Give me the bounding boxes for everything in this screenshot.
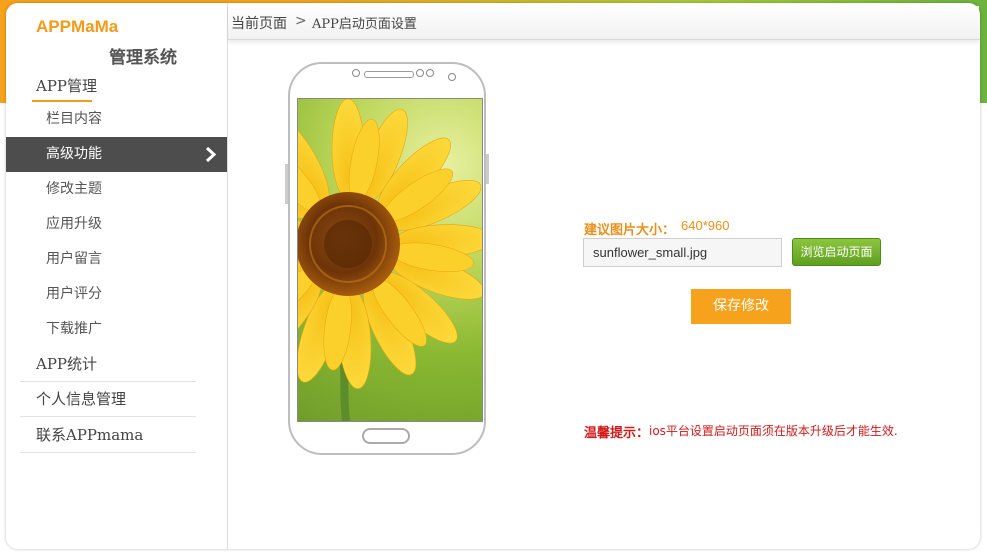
phone-preview bbox=[285, 62, 489, 455]
sidebar-item-advanced[interactable]: 高级功能 bbox=[6, 137, 227, 172]
sidebar-item-messages[interactable]: 用户留言 bbox=[6, 242, 227, 277]
sidebar: APPMaMa 管理系统 APP管理 栏目内容 高级功能 修改主题 应用升级 用… bbox=[6, 3, 228, 549]
launch-image-file-field[interactable]: sunflower_small.jpg bbox=[583, 238, 782, 267]
phone-speaker bbox=[364, 71, 414, 78]
sidebar-group-profile[interactable]: 个人信息管理 bbox=[20, 382, 196, 417]
phone-camera bbox=[448, 73, 456, 81]
breadcrumb-current-label: 当前页面 bbox=[231, 16, 287, 32]
breadcrumb: 当前页面 > APP启动页面设置 bbox=[228, 3, 980, 40]
sunflower-image bbox=[298, 99, 482, 421]
phone-sensor bbox=[426, 69, 434, 77]
breadcrumb-separator: > bbox=[295, 13, 307, 29]
sidebar-section-app-manage[interactable]: APP管理 bbox=[36, 75, 97, 96]
launch-image-preview bbox=[297, 98, 483, 422]
sidebar-item-label: 用户评分 bbox=[46, 286, 102, 302]
main-card: APPMaMa 管理系统 APP管理 栏目内容 高级功能 修改主题 应用升级 用… bbox=[6, 3, 980, 549]
sidebar-item-promotion[interactable]: 下载推广 bbox=[6, 312, 227, 347]
tip-text: ios平台设置启动页面须在版本升级后才能生效. bbox=[649, 424, 898, 438]
sidebar-item-label: 修改主题 bbox=[46, 181, 102, 197]
frame-right-stripe bbox=[979, 0, 987, 103]
phone-side-button bbox=[486, 154, 489, 184]
browse-launch-image-button[interactable]: 浏览启动页面 bbox=[792, 238, 881, 266]
sidebar-group-stats[interactable]: APP统计 bbox=[20, 347, 196, 382]
logo-text-cn: 管理系统 bbox=[109, 48, 177, 68]
sidebar-item-column-content[interactable]: 栏目内容 bbox=[6, 102, 227, 137]
logo-text-en: APPMaMa bbox=[36, 17, 119, 36]
save-button[interactable]: 保存修改 bbox=[691, 289, 791, 324]
sidebar-item-label: 用户留言 bbox=[46, 251, 102, 267]
sidebar-item-upgrade[interactable]: 应用升级 bbox=[6, 207, 227, 242]
image-size-value: 640*960 bbox=[681, 218, 730, 233]
phone-home-button bbox=[362, 428, 410, 444]
phone-sensor bbox=[352, 69, 360, 77]
sidebar-item-ratings[interactable]: 用户评分 bbox=[6, 277, 227, 312]
phone-sensor bbox=[416, 69, 424, 77]
sidebar-item-label: 栏目内容 bbox=[46, 111, 102, 127]
sidebar-item-label: 应用升级 bbox=[46, 216, 102, 232]
sidebar-group-contact[interactable]: 联系APPmama bbox=[20, 418, 196, 453]
sidebar-item-theme[interactable]: 修改主题 bbox=[6, 172, 227, 207]
image-size-label: 建议图片大小： bbox=[584, 223, 676, 238]
sidebar-item-label: 高级功能 bbox=[46, 146, 102, 162]
phone-side-button bbox=[285, 164, 288, 204]
sidebar-item-label: 下载推广 bbox=[46, 321, 102, 337]
tip-label: 温馨提示： bbox=[584, 426, 650, 441]
breadcrumb-page: APP启动页面设置 bbox=[312, 17, 417, 32]
